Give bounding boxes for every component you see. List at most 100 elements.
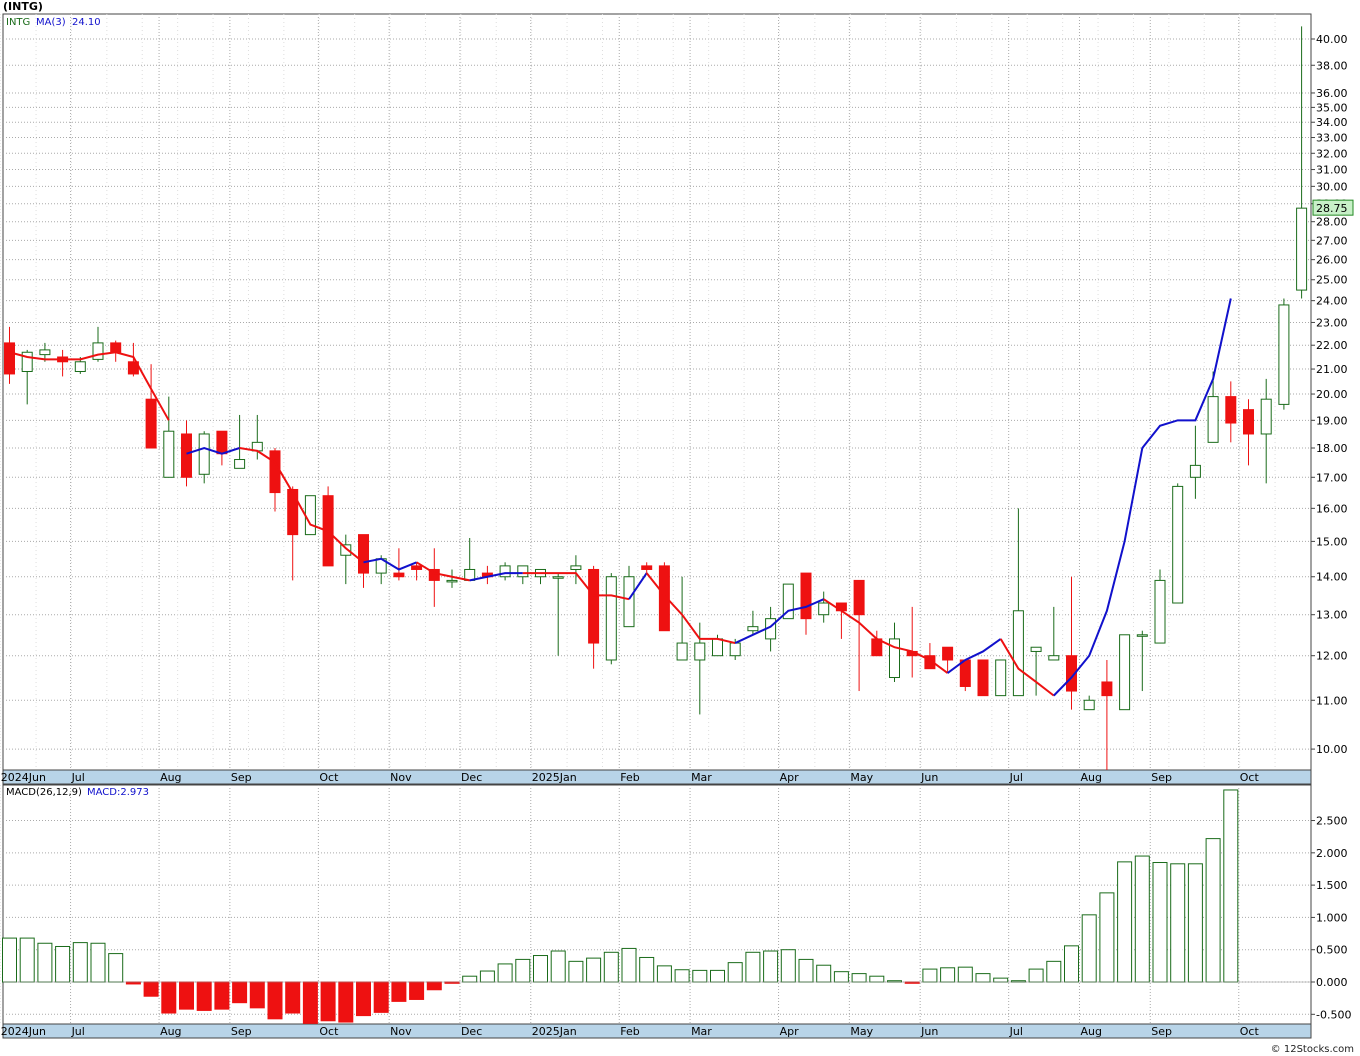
macd-date-axis-label: Sep xyxy=(1151,1025,1172,1038)
macd-date-axis-label: Jul xyxy=(71,1025,85,1038)
price-tick-label: 12.00 xyxy=(1316,650,1348,663)
candle-body xyxy=(1154,579,1166,644)
macd-bar xyxy=(710,969,725,983)
candle-body xyxy=(145,398,157,449)
price-date-axis-label: Sep xyxy=(231,771,252,784)
macd-date-axis-label: Jul xyxy=(1009,1025,1023,1038)
candle-body xyxy=(393,572,405,578)
macd-bar xyxy=(232,981,248,1004)
candle-body xyxy=(1278,304,1290,405)
candle-body xyxy=(4,342,15,375)
price-tick-label: 18.00 xyxy=(1316,442,1348,455)
candle-body xyxy=(287,488,299,536)
price-tick-label: 30.00 xyxy=(1316,180,1348,193)
macd-bar xyxy=(1134,855,1150,983)
price-tick-label: 34.00 xyxy=(1316,116,1348,129)
price-tick-label: 19.00 xyxy=(1316,414,1348,427)
candle-body xyxy=(800,572,812,620)
macd-bar xyxy=(1187,863,1203,983)
candle-body xyxy=(358,534,369,574)
price-tick-label: 28.00 xyxy=(1316,216,1348,229)
price-date-axis-label: Oct xyxy=(1240,771,1260,784)
macd-date-axis-label: Oct xyxy=(319,1025,339,1038)
candle-body xyxy=(1207,396,1219,443)
price-date-axis-label: Jul xyxy=(1009,771,1023,784)
candle-body xyxy=(234,459,246,469)
price-date-axis-label: Aug xyxy=(160,771,181,784)
candle-body xyxy=(446,579,458,583)
candle-body xyxy=(1012,610,1024,697)
macd-bar xyxy=(143,981,159,997)
candle-body xyxy=(1296,207,1308,291)
price-tick-label: 22.00 xyxy=(1316,339,1348,352)
macd-tick-label: -0.500 xyxy=(1316,1008,1351,1021)
price-date-axis-label: Feb xyxy=(620,771,639,784)
macd-bar xyxy=(639,956,655,983)
candle-body xyxy=(1243,409,1254,435)
price-tick-label: 20.00 xyxy=(1316,388,1348,401)
macd-bar xyxy=(19,937,35,983)
macd-bar xyxy=(1117,861,1133,983)
price-tick-label: 10.00 xyxy=(1316,743,1348,756)
price-tick-label: 13.00 xyxy=(1316,609,1348,622)
price-date-axis-label: 2025Jan xyxy=(532,771,577,784)
macd-bar xyxy=(161,981,177,1014)
macd-bar xyxy=(179,981,194,1010)
macd-tick-label: 0.000 xyxy=(1316,976,1348,989)
macd-date-axis-label: Oct xyxy=(1240,1025,1260,1038)
candle-body xyxy=(1101,681,1113,697)
candle-body xyxy=(517,565,529,578)
candle-body xyxy=(198,433,210,475)
macd-bar xyxy=(373,981,389,1013)
macd-date-axis-label: Apr xyxy=(780,1025,800,1038)
candle-body xyxy=(1189,464,1201,478)
candle-body xyxy=(729,642,741,657)
macd-bar xyxy=(320,981,336,1022)
macd-date-axis-label: Aug xyxy=(1080,1025,1101,1038)
macd-tick-label: 2.000 xyxy=(1316,847,1348,860)
macd-bar xyxy=(285,981,301,1014)
price-tick-label: 25.00 xyxy=(1316,274,1348,287)
macd-bar xyxy=(586,957,602,983)
price-tick-label: 26.00 xyxy=(1316,254,1348,267)
candle-body xyxy=(181,433,192,478)
price-tick-label: 21.00 xyxy=(1316,363,1348,376)
candle-body xyxy=(1260,398,1272,435)
macd-bar xyxy=(922,968,938,983)
macd-bar xyxy=(37,942,53,983)
macd-bar xyxy=(356,981,371,1017)
candle-body xyxy=(853,579,865,616)
stock-chart: (INTG) 10.00 11.00 12.00 13.00 14.00 15.00 16.… xyxy=(0,0,1360,1056)
price-tick-label: 36.00 xyxy=(1316,87,1348,100)
macd-bar xyxy=(55,945,71,983)
price-tick-label: 31.00 xyxy=(1316,164,1348,177)
macd-bar xyxy=(1152,862,1168,983)
price-date-axis-label: Jun xyxy=(920,771,938,784)
macd-bar xyxy=(90,942,106,983)
macd-bar xyxy=(975,973,991,983)
candle-body xyxy=(216,430,228,455)
macd-bar xyxy=(603,951,619,983)
macd-date-axis-label: 2025Jan xyxy=(532,1025,577,1038)
macd-legend-value: MACD:2.973 xyxy=(87,787,149,798)
macd-bar xyxy=(940,967,956,983)
price-tick-label: 38.00 xyxy=(1316,59,1348,72)
candle-body xyxy=(1225,396,1237,424)
candle-body xyxy=(499,565,511,578)
macd-tick-label: 2.500 xyxy=(1316,815,1348,828)
macd-bar xyxy=(497,963,513,983)
macd-bar xyxy=(515,958,531,983)
price-date-axis-band xyxy=(2,769,1312,785)
price-tick-label: 35.00 xyxy=(1316,101,1348,114)
macd-bar xyxy=(656,965,672,983)
candle-body xyxy=(304,495,316,536)
macd-bar xyxy=(869,975,885,983)
macd-bar xyxy=(249,981,265,1009)
macd-bar xyxy=(72,942,88,983)
price-tick-label: 11.00 xyxy=(1316,694,1348,707)
macd-date-axis-label: May xyxy=(850,1025,873,1038)
candle-body xyxy=(623,576,635,628)
macd-bar xyxy=(2,937,17,983)
macd-date-axis-label: Nov xyxy=(390,1025,412,1038)
legend-ma-value: 24.10 xyxy=(72,17,101,28)
